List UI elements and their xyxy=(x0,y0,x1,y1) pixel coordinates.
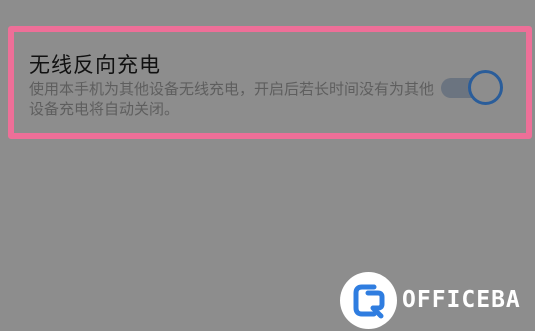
watermark-logo-icon xyxy=(340,272,397,329)
toggle-knob xyxy=(468,70,503,105)
wireless-reverse-charging-toggle[interactable] xyxy=(441,70,503,106)
watermark: OFFICEBA xyxy=(340,268,535,331)
settings-screen: 无线反向充电 使用本手机为其他设备无线充电，开启后若长时间没有为其他设备充电将自… xyxy=(0,0,535,331)
watermark-text: OFFICEBA xyxy=(402,287,521,313)
setting-description: 使用本手机为其他设备无线充电，开启后若长时间没有为其他设备充电将自动关闭。 xyxy=(29,80,435,118)
setting-title: 无线反向充电 xyxy=(29,53,161,77)
